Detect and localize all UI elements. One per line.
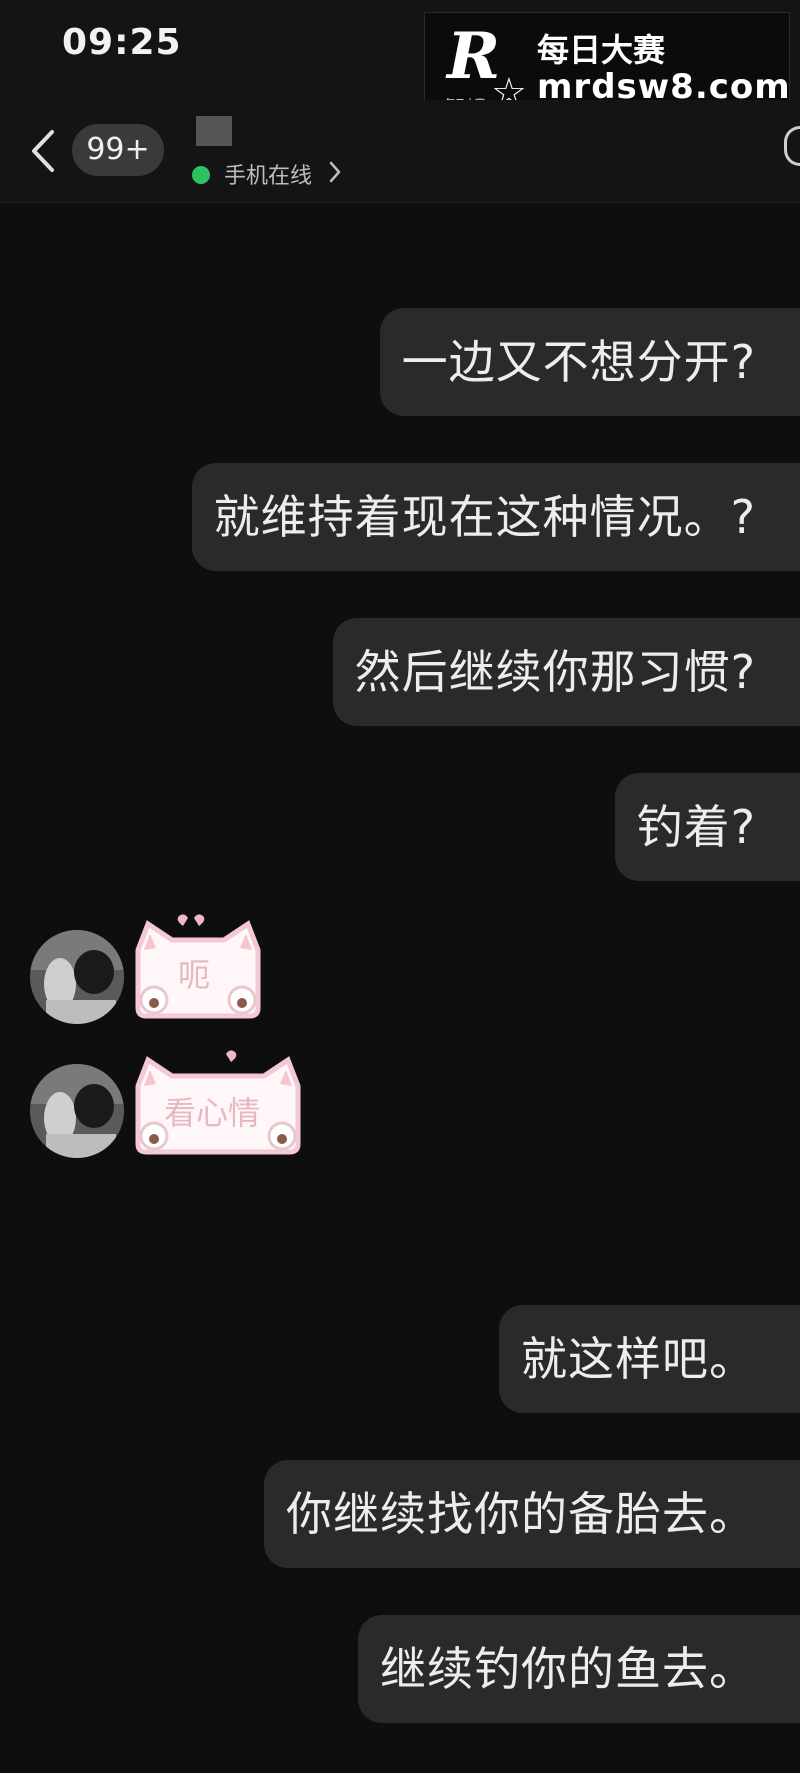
message-bubble-outgoing[interactable]: 就维持着现在这种情况。? — [191, 463, 800, 571]
online-status[interactable]: 手机在线 — [224, 158, 312, 190]
avatar[interactable] — [30, 1064, 124, 1158]
more-icon[interactable] — [784, 126, 800, 166]
message-bubble-outgoing[interactable]: 钓着? — [614, 773, 800, 881]
chat-header: 99+ 手机在线 — [0, 100, 800, 203]
watermark-title: 每日大赛 — [537, 31, 666, 69]
message-bubble-outgoing[interactable]: 继续钓你的鱼去。 — [358, 1615, 800, 1723]
contact-name[interactable] — [196, 116, 232, 146]
sticker-message[interactable]: 看心情 — [128, 1046, 308, 1158]
unread-badge[interactable]: 99+ — [72, 124, 164, 176]
message-bubble-outgoing[interactable]: 你继续找你的备胎去。 — [264, 1460, 800, 1568]
message-bubble-outgoing[interactable]: 然后继续你那习惯? — [332, 618, 800, 726]
chevron-right-icon[interactable] — [328, 160, 342, 184]
sticker-message[interactable]: 呃 — [128, 910, 268, 1022]
status-time: 09:25 — [62, 22, 182, 63]
online-indicator-icon — [192, 166, 210, 184]
back-icon[interactable] — [28, 126, 58, 176]
message-bubble-outgoing[interactable]: 一边又不想分开? — [379, 308, 800, 416]
message-bubble-outgoing[interactable]: 就这样吧。 — [499, 1305, 800, 1413]
sticker-text: 呃 — [178, 956, 211, 994]
sticker-text: 看心情 — [164, 1094, 261, 1132]
avatar[interactable] — [30, 930, 124, 1024]
